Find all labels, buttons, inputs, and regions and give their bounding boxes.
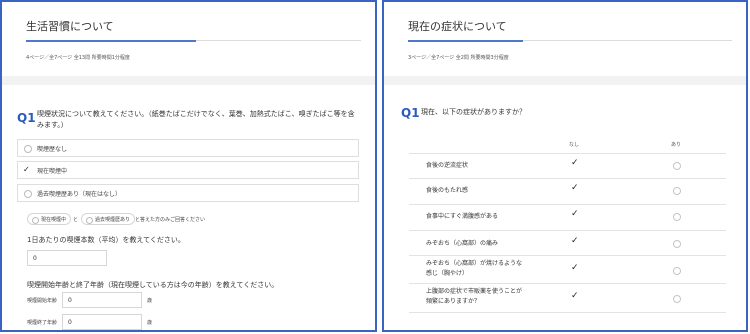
page-title: 生活習慣について: [26, 20, 114, 33]
question-number: Q1: [17, 111, 36, 125]
checkmark-icon[interactable]: ✓: [571, 236, 579, 246]
progress-indicator: [26, 40, 196, 42]
checkmark-icon: ✓: [23, 165, 30, 174]
option-label: 喫煙歴なし: [37, 146, 68, 153]
checkmark-icon[interactable]: ✓: [571, 183, 579, 193]
row-divider: [409, 153, 726, 154]
end-age-label: 喫煙終了年齢: [27, 320, 58, 326]
option-label: 過去喫煙歴あり（現在はなし）: [37, 191, 122, 198]
radio-icon: [86, 217, 93, 224]
radio-icon: [32, 217, 39, 224]
page-header: 生活習慣について 4ページ／全7ページ 全13問 所要時間1分程度: [2, 2, 375, 76]
hint-chip-label: 過去喫煙歴あり: [95, 217, 131, 223]
start-age-label: 喫煙開始年齢: [27, 298, 58, 304]
option-never-smoked[interactable]: 喫煙歴なし: [17, 139, 359, 157]
end-age-unit: 歳: [147, 320, 153, 326]
row-divider: [409, 255, 726, 256]
symptom-label: みぞおち（心窩部）の痛み: [426, 240, 499, 247]
radio-yes[interactable]: [673, 267, 681, 275]
checkmark-icon[interactable]: ✓: [571, 209, 579, 219]
symptom-label: 食事中にすぐ満腹感がある: [426, 213, 499, 220]
question-number: Q1: [401, 106, 420, 120]
symptom-label: みぞおち（心窩部）が焼けるような感じ（胸やけ）: [426, 260, 523, 277]
option-current-smoker[interactable]: ✓ 現在喫煙中: [17, 161, 359, 179]
page-meta: 3ページ／全7ページ 全2問 所要時間3分程度: [408, 55, 509, 61]
radio-yes[interactable]: [673, 213, 681, 221]
hint-chip-label: 現在喫煙中: [41, 217, 67, 223]
radio-yes[interactable]: [673, 240, 681, 248]
hint-text: と答えた方のみご回答ください: [135, 217, 206, 223]
checkmark-icon[interactable]: ✓: [571, 291, 579, 301]
end-age-input[interactable]: 0: [62, 314, 142, 330]
checkmark-icon[interactable]: ✓: [571, 158, 579, 168]
column-yes-header: あり: [671, 142, 682, 148]
column-none-header: なし: [569, 142, 580, 148]
symptom-label: 食後の逆流症状: [426, 162, 469, 169]
hint-chip-past: 過去喫煙歴あり: [81, 213, 136, 225]
option-label: 現在喫煙中: [37, 168, 68, 175]
radio-yes[interactable]: [673, 295, 681, 303]
row-divider: [409, 204, 726, 205]
symptom-label: 食後のもたれ感: [426, 187, 469, 194]
row-divider: [409, 230, 726, 231]
hint-and: と: [73, 217, 79, 223]
question-text: 現在、以下の症状がありますか？: [421, 108, 526, 116]
radio-icon: [24, 190, 32, 198]
daily-count-label: 1日あたりの喫煙本数（平均）を教えてください。: [27, 236, 185, 244]
question-text: 喫煙状況について教えてください。（紙巻たばこだけでなく、葉巻、加熱式たばこ、嗅ぎ…: [37, 110, 355, 129]
symptom-label: 上腹部の症状で市販薬を使うことが頻繁にありますか？: [426, 288, 523, 305]
radio-yes[interactable]: [673, 162, 681, 170]
page-meta: 4ページ／全7ページ 全13問 所要時間1分程度: [26, 55, 130, 61]
checkmark-icon[interactable]: ✓: [571, 263, 579, 273]
page-header: 現在の症状について 3ページ／全7ページ 全2問 所要時間3分程度: [384, 2, 746, 76]
start-age-unit: 歳: [147, 298, 153, 304]
radio-icon: [24, 145, 32, 153]
symptoms-panel: 現在の症状について 3ページ／全7ページ 全2問 所要時間3分程度 Q1 現在、…: [382, 0, 748, 332]
daily-count-input[interactable]: 0: [27, 250, 107, 266]
row-divider: [409, 283, 726, 284]
start-age-input[interactable]: 0: [62, 292, 142, 308]
progress-indicator: [408, 40, 523, 42]
age-question-label: 喫煙開始年齢と終了年齢（現在喫煙している方は今の年齢）を教えてください。: [27, 281, 279, 289]
radio-yes[interactable]: [673, 187, 681, 195]
page-title: 現在の症状について: [408, 20, 507, 33]
hint-chip-current: 現在喫煙中: [27, 213, 72, 225]
row-divider: [409, 178, 726, 179]
lifestyle-panel: 生活習慣について 4ページ／全7ページ 全13問 所要時間1分程度 Q1 喫煙状…: [0, 0, 377, 332]
option-past-smoker[interactable]: 過去喫煙歴あり（現在はなし）: [17, 184, 359, 202]
question-area: Q1 喫煙状況について教えてください。（紙巻たばこだけでなく、葉巻、加熱式たばこ…: [2, 85, 375, 330]
row-divider: [409, 312, 726, 313]
